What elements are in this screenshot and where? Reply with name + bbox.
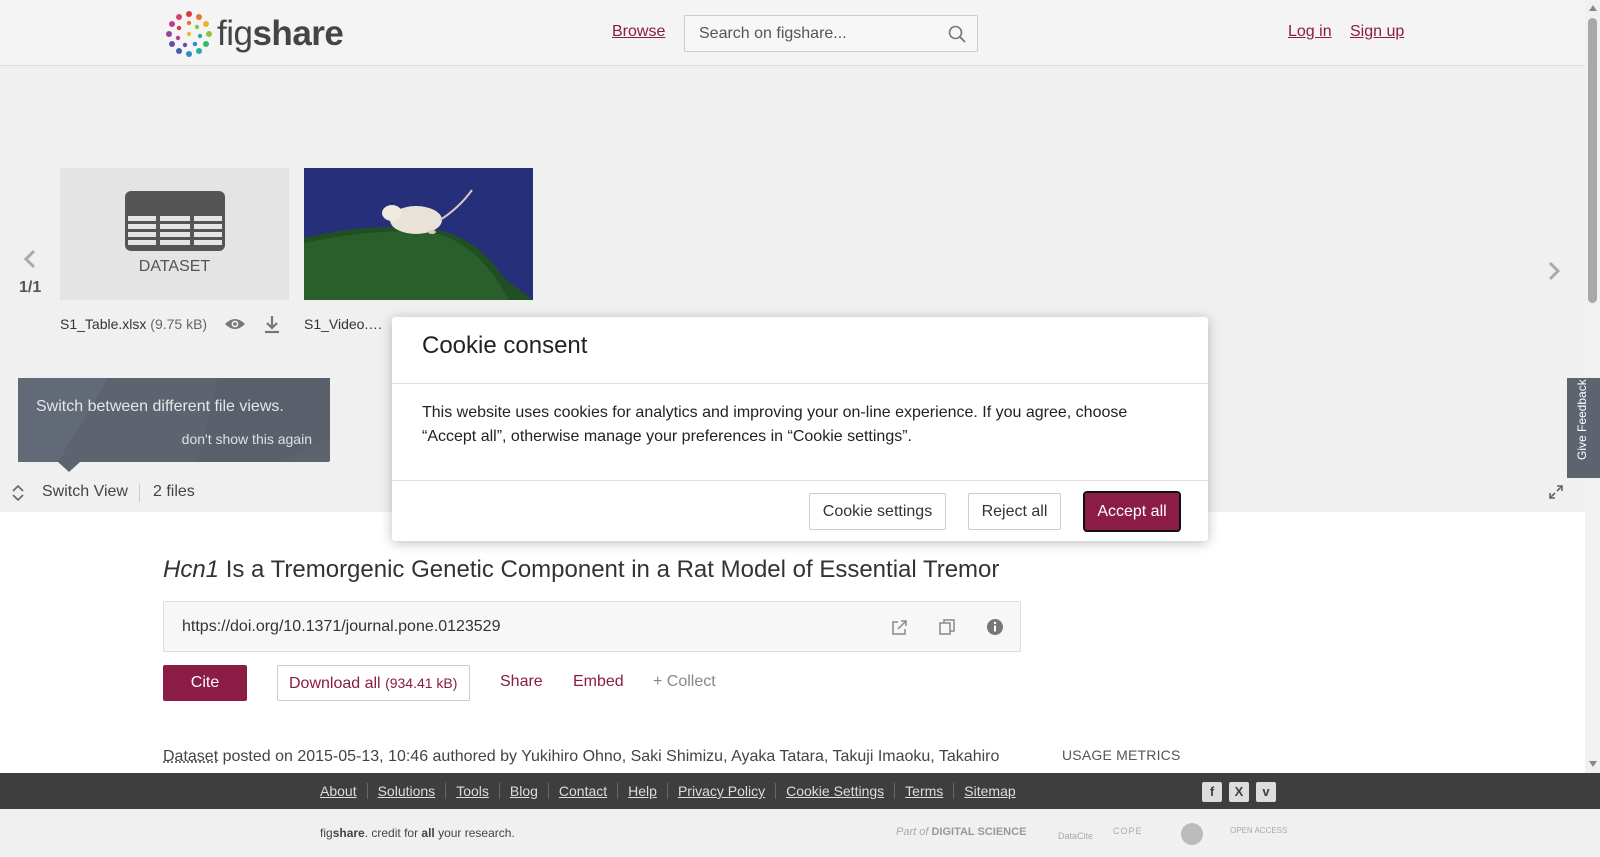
signup-link[interactable]: Sign up	[1350, 23, 1404, 41]
collect-button[interactable]: + Collect	[653, 673, 716, 691]
search-input[interactable]: Search on figshare...	[699, 25, 847, 43]
dialog-header: Cookie consent	[392, 317, 1208, 384]
figshare-logo-icon	[166, 11, 212, 57]
info-icon[interactable]	[986, 618, 1004, 636]
x-twitter-icon[interactable]: X	[1229, 782, 1249, 802]
tooltip-message: Switch between different file views.	[36, 398, 284, 415]
footer-link-cookie-settings[interactable]: Cookie Settings	[776, 783, 896, 799]
switch-view-button[interactable]: Switch View	[42, 483, 128, 501]
search-icon[interactable]	[947, 24, 967, 44]
scroll-down-arrow-icon[interactable]	[1589, 761, 1597, 767]
tooltip-pointer	[58, 462, 80, 472]
file-thumbnail-video[interactable]	[304, 168, 533, 300]
footer-link-privacy-policy[interactable]: Privacy Policy	[668, 783, 777, 799]
footer-link-tools[interactable]: Tools	[446, 783, 500, 799]
file-name-table[interactable]: S1_Table.xlsx (9.75 kB)	[60, 316, 207, 332]
cookie-consent-dialog: Cookie consent This website uses cookies…	[392, 317, 1208, 541]
posted-info: Dataset posted on 2015-05-13, 10:46 auth…	[163, 748, 1000, 765]
usage-metrics-heading: USAGE METRICS	[1062, 747, 1181, 763]
files-count: 2 files	[153, 483, 195, 500]
external-link-icon[interactable]	[890, 619, 908, 637]
divider	[139, 484, 140, 502]
footer-link-blog[interactable]: Blog	[500, 783, 549, 799]
file-name-video[interactable]: S1_Video.…	[304, 316, 382, 332]
dialog-title: Cookie consent	[422, 332, 588, 359]
facebook-icon[interactable]: f	[1202, 782, 1222, 802]
footer-link-sitemap[interactable]: Sitemap	[954, 783, 1025, 799]
file-pager: 1/1	[19, 279, 42, 296]
preview-eye-icon[interactable]	[224, 316, 246, 332]
copy-icon[interactable]	[938, 618, 956, 636]
switch-view-icon[interactable]	[11, 484, 25, 502]
spreadsheet-icon	[125, 191, 225, 251]
dialog-footer: Cookie settings Reject all Accept all	[392, 480, 1208, 541]
vimeo-icon[interactable]: v	[1256, 782, 1276, 802]
tooltip-dismiss-link[interactable]: don't show this again	[182, 431, 312, 447]
embed-button[interactable]: Embed	[573, 673, 624, 691]
search-box[interactable]: Search on figshare...	[684, 15, 978, 52]
share-button[interactable]: Share	[500, 673, 543, 691]
fullscreen-expand-icon[interactable]	[1548, 484, 1564, 500]
footer-link-terms[interactable]: Terms	[895, 783, 955, 799]
footer-links-bar: About Solutions Tools Blog Contact Help …	[0, 773, 1600, 809]
open-access-logo[interactable]: OPEN ACCESS	[1230, 826, 1287, 835]
footer-nav: About Solutions Tools Blog Contact Help …	[320, 783, 1026, 799]
partner-globe-icon[interactable]	[1180, 822, 1204, 846]
rat-video-still	[304, 168, 533, 300]
cite-button[interactable]: Cite	[163, 665, 247, 701]
thumbnail-type-label: DATASET	[138, 258, 211, 275]
footer-tagline: figshare. credit for all your research.	[320, 826, 515, 840]
footer-link-contact[interactable]: Contact	[549, 783, 619, 799]
site-header: figshare Browse Search on figshare... Lo…	[0, 0, 1585, 66]
file-thumbnail-dataset[interactable]: DATASET	[60, 168, 289, 300]
cope-logo[interactable]: COPE	[1113, 826, 1143, 836]
login-link[interactable]: Log in	[1288, 23, 1332, 41]
dialog-message: This website uses cookies for analytics …	[422, 404, 1128, 445]
scroll-up-arrow-icon[interactable]	[1589, 5, 1597, 11]
figshare-wordmark: figshare	[217, 14, 344, 53]
prev-file-chevron-icon[interactable]	[22, 248, 38, 270]
footer-bottom: figshare. credit for all your research. …	[0, 809, 1600, 857]
footer-link-solutions[interactable]: Solutions	[368, 783, 447, 799]
item-type-link[interactable]: Dataset	[163, 748, 218, 765]
accept-all-button[interactable]: Accept all	[1083, 491, 1181, 532]
tooltip-pattern	[18, 378, 330, 462]
doi-box: https://doi.org/10.1371/journal.pone.012…	[163, 601, 1021, 652]
give-feedback-tab[interactable]: Give Feedback	[1567, 378, 1600, 478]
figshare-logo[interactable]: figshare	[163, 8, 344, 60]
digital-science-logo[interactable]: Part of DIGITAL SCIENCE	[896, 826, 1026, 838]
datacite-logo[interactable]: DataCite	[1058, 831, 1093, 841]
reject-all-button[interactable]: Reject all	[968, 493, 1061, 530]
cookie-settings-button[interactable]: Cookie settings	[809, 493, 946, 530]
scrollbar-thumb[interactable]	[1588, 18, 1597, 303]
page-title: Hcn1 Is a Tremorgenic Genetic Component …	[163, 556, 1000, 583]
switch-view-tooltip: Switch between different file views. don…	[18, 378, 330, 462]
download-all-button[interactable]: Download all (934.41 kB)	[277, 665, 470, 701]
doi-link[interactable]: https://doi.org/10.1371/journal.pone.012…	[182, 618, 500, 636]
download-icon[interactable]	[262, 314, 282, 334]
footer-link-about[interactable]: About	[320, 783, 368, 799]
browse-link[interactable]: Browse	[612, 23, 665, 41]
footer-link-help[interactable]: Help	[618, 783, 668, 799]
next-file-chevron-icon[interactable]	[1546, 260, 1562, 282]
feedback-label: Give Feedback	[1575, 379, 1589, 460]
